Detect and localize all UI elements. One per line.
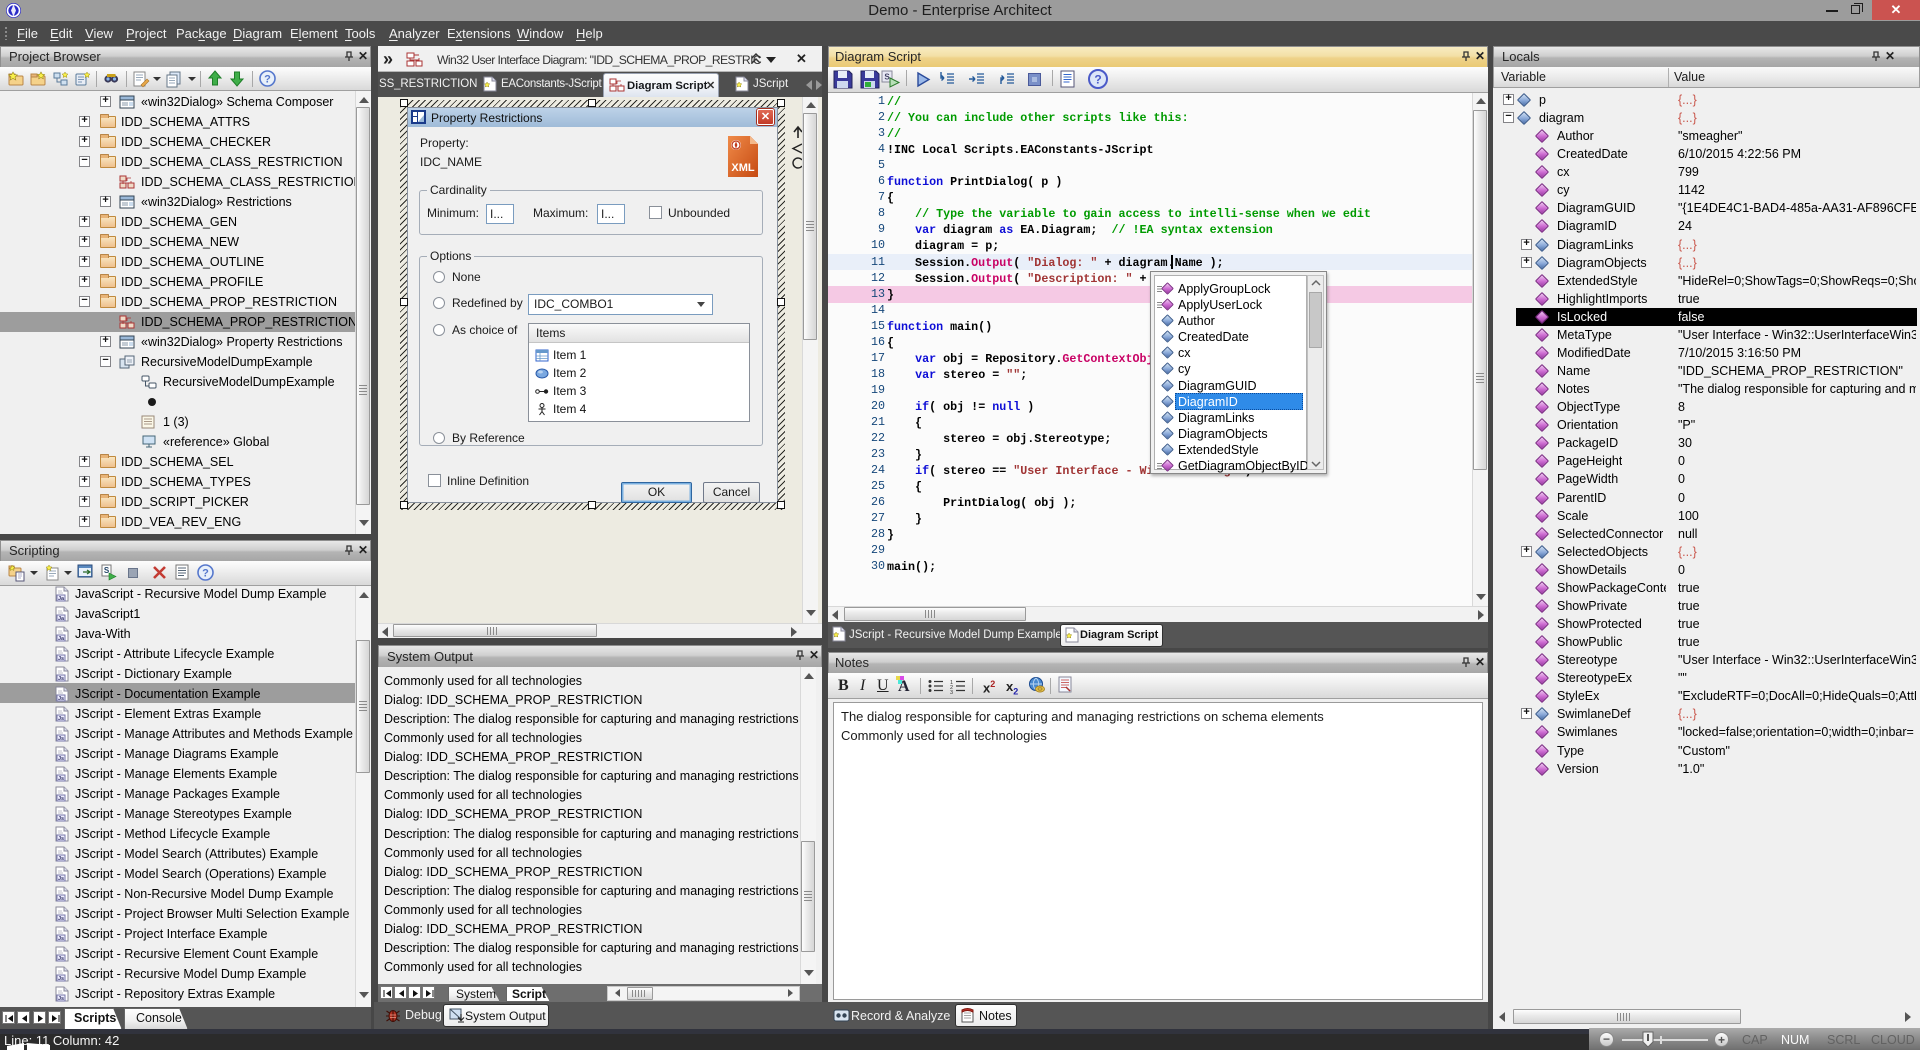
svg-text:Js: Js [58, 816, 64, 822]
svg-text:?: ? [202, 568, 209, 580]
svg-text:Js: Js [58, 736, 64, 742]
svg-text:S: S [884, 73, 890, 82]
svg-text:?: ? [264, 74, 271, 86]
svg-text:Js: Js [58, 976, 64, 982]
svg-text:Js: Js [58, 896, 64, 902]
svg-text:Js: Js [58, 936, 64, 942]
svg-text:Js: Js [58, 956, 64, 962]
svg-text:Ja: Ja [58, 636, 65, 642]
svg-text:Js: Js [58, 776, 64, 782]
svg-text:3: 3 [950, 690, 953, 696]
svg-text:Js: Js [58, 916, 64, 922]
svg-text:XML: XML [731, 162, 755, 174]
svg-text:Js: Js [58, 756, 64, 762]
svg-text:?: ? [1094, 73, 1101, 87]
svg-text:Js: Js [58, 656, 64, 662]
svg-text:Ja: Ja [58, 596, 65, 602]
svg-text:Js: Js [58, 796, 64, 802]
svg-text:Js: Js [58, 876, 64, 882]
svg-text:Js: Js [58, 856, 64, 862]
svg-text:Ja: Ja [58, 616, 65, 622]
svg-text:Js: Js [58, 836, 64, 842]
svg-text:Js: Js [58, 696, 64, 702]
svg-text:Js: Js [58, 676, 64, 682]
svg-text:Js: Js [58, 996, 64, 1002]
svg-text:Js: Js [58, 716, 64, 722]
